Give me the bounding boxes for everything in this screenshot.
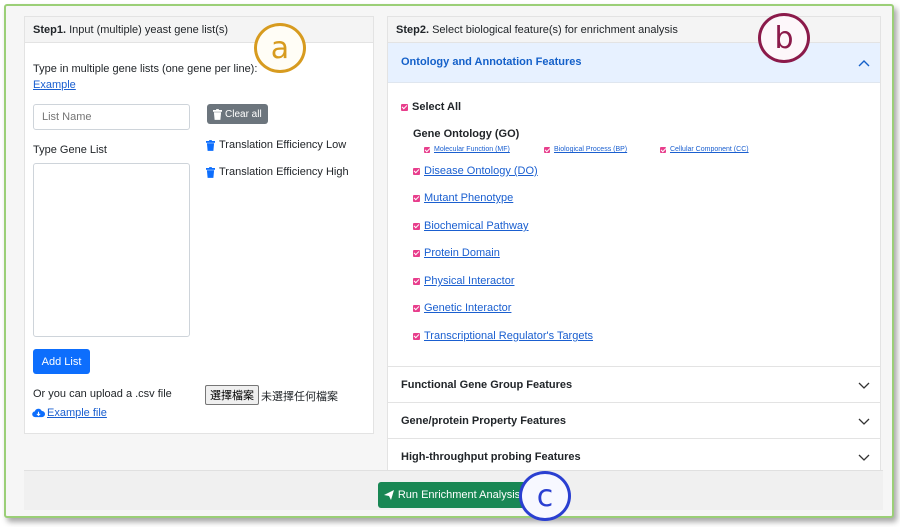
chevron-up-icon[interactable] [858, 59, 870, 67]
checkbox-icon[interactable] [660, 146, 666, 153]
instruction-text: Type in multiple gene lists (one gene pe… [33, 63, 258, 75]
accordion-ontology-title: Ontology and Annotation Features [401, 56, 582, 68]
trash-icon [213, 108, 222, 120]
example-link[interactable]: Example [33, 79, 76, 91]
checkbox-icon[interactable] [544, 146, 550, 153]
annotation-c-circle: c [519, 471, 571, 521]
checkbox-icon[interactable] [413, 249, 420, 257]
feature-label[interactable]: Genetic Interactor [424, 302, 511, 314]
step1-title-text: Input (multiple) yeast gene list(s) [66, 24, 229, 36]
feature-label[interactable]: Physical Interactor [424, 275, 514, 287]
go-sub-label[interactable]: Cellular Component (CC) [670, 146, 749, 153]
example-file-link[interactable]: Example file [47, 407, 107, 419]
accordion-property-header[interactable]: Gene/protein Property Features [388, 402, 880, 438]
trash-icon[interactable] [206, 166, 215, 178]
choose-file-button[interactable]: 選擇檔案 [205, 385, 259, 405]
feature-label[interactable]: Transcriptional Regulator's Targets [424, 330, 593, 342]
chevron-down-icon[interactable] [858, 382, 870, 390]
saved-list-label: Translation Efficiency Low [219, 139, 347, 151]
run-enrichment-label: Run Enrichment Analysis [397, 489, 521, 501]
trash-icon[interactable] [206, 139, 215, 151]
feature-checkbox[interactable]: Transcriptional Regulator's Targets [413, 330, 593, 342]
annotation-a-circle: a [254, 23, 306, 73]
feature-label[interactable]: Protein Domain [424, 247, 500, 259]
saved-list-label: Translation Efficiency High [219, 166, 349, 178]
gene-list-textarea[interactable] [33, 163, 190, 337]
checkbox-icon[interactable] [413, 277, 420, 285]
step2-title-text: Select biological feature(s) for enrichm… [429, 24, 678, 36]
checkbox-icon[interactable] [413, 304, 420, 312]
feature-checkbox[interactable]: Genetic Interactor [413, 302, 511, 314]
accordion-title: High-throughput probing Features [401, 451, 581, 463]
example-file-link-row[interactable]: Example file [32, 407, 107, 419]
feature-checkbox[interactable]: Physical Interactor [413, 275, 514, 287]
step1-header: Step1. Input (multiple) yeast gene list(… [25, 17, 373, 43]
go-sub-label[interactable]: Biological Process (BP) [554, 146, 627, 153]
cloud-download-icon [32, 408, 45, 418]
add-list-button[interactable]: Add List [33, 349, 90, 374]
checkbox-icon[interactable] [401, 103, 408, 111]
feature-label[interactable]: Mutant Phenotype [424, 192, 513, 204]
go-sub-checkbox[interactable]: Biological Process (BP) [544, 146, 627, 153]
chevron-down-icon[interactable] [858, 418, 870, 426]
chevron-down-icon[interactable] [858, 454, 870, 462]
app-frame: Step1. Input (multiple) yeast gene list(… [4, 4, 894, 518]
accordion-functional-header[interactable]: Functional Gene Group Features [388, 366, 880, 402]
checkbox-icon[interactable] [424, 146, 430, 153]
go-sub-label[interactable]: Molecular Function (MF) [434, 146, 510, 153]
clear-all-button[interactable]: Clear all [207, 104, 268, 124]
accordion-title: Gene/protein Property Features [401, 415, 567, 427]
upload-text: Or you can upload a .csv file [33, 388, 172, 400]
feature-label[interactable]: Disease Ontology (DO) [424, 165, 538, 177]
checkbox-icon[interactable] [413, 194, 420, 202]
select-all-checkbox[interactable]: Select All [401, 101, 461, 113]
list-name-input[interactable] [33, 104, 190, 130]
accordion-title: Functional Gene Group Features [401, 379, 573, 391]
run-enrichment-button[interactable]: Run Enrichment Analysis [378, 482, 526, 508]
clear-all-label: Clear all [225, 108, 262, 120]
step2-panel: Step2. Select biological feature(s) for … [387, 16, 881, 472]
saved-list-item[interactable]: Translation Efficiency Low [206, 139, 346, 151]
feature-checkbox[interactable]: Mutant Phenotype [413, 192, 513, 204]
step1-panel: Step1. Input (multiple) yeast gene list(… [24, 16, 374, 434]
annotation-b-circle: b [758, 13, 810, 63]
go-sub-checkbox[interactable]: Molecular Function (MF) [424, 146, 510, 153]
feature-label[interactable]: Biochemical Pathway [424, 220, 529, 232]
go-sub-checkbox[interactable]: Cellular Component (CC) [660, 146, 749, 153]
feature-checkbox[interactable]: Protein Domain [413, 247, 500, 259]
step2-title-bold: Step2. [396, 24, 430, 36]
feature-checkbox[interactable]: Biochemical Pathway [413, 220, 529, 232]
select-all-label: Select All [412, 101, 462, 113]
checkbox-icon[interactable] [413, 167, 420, 175]
accordion-highthroughput-header[interactable]: High-throughput probing Features [388, 438, 880, 474]
go-heading: Gene Ontology (GO) [413, 128, 520, 140]
paper-plane-icon [383, 490, 394, 500]
saved-list-item[interactable]: Translation Efficiency High [206, 166, 349, 178]
no-file-text: 未選擇任何檔案 [261, 391, 338, 403]
gene-list-label: Type Gene List [33, 144, 107, 156]
step1-title-bold: Step1. [33, 24, 67, 36]
feature-checkbox[interactable]: Disease Ontology (DO) [413, 165, 538, 177]
checkbox-icon[interactable] [413, 332, 420, 340]
checkbox-icon[interactable] [413, 222, 420, 230]
